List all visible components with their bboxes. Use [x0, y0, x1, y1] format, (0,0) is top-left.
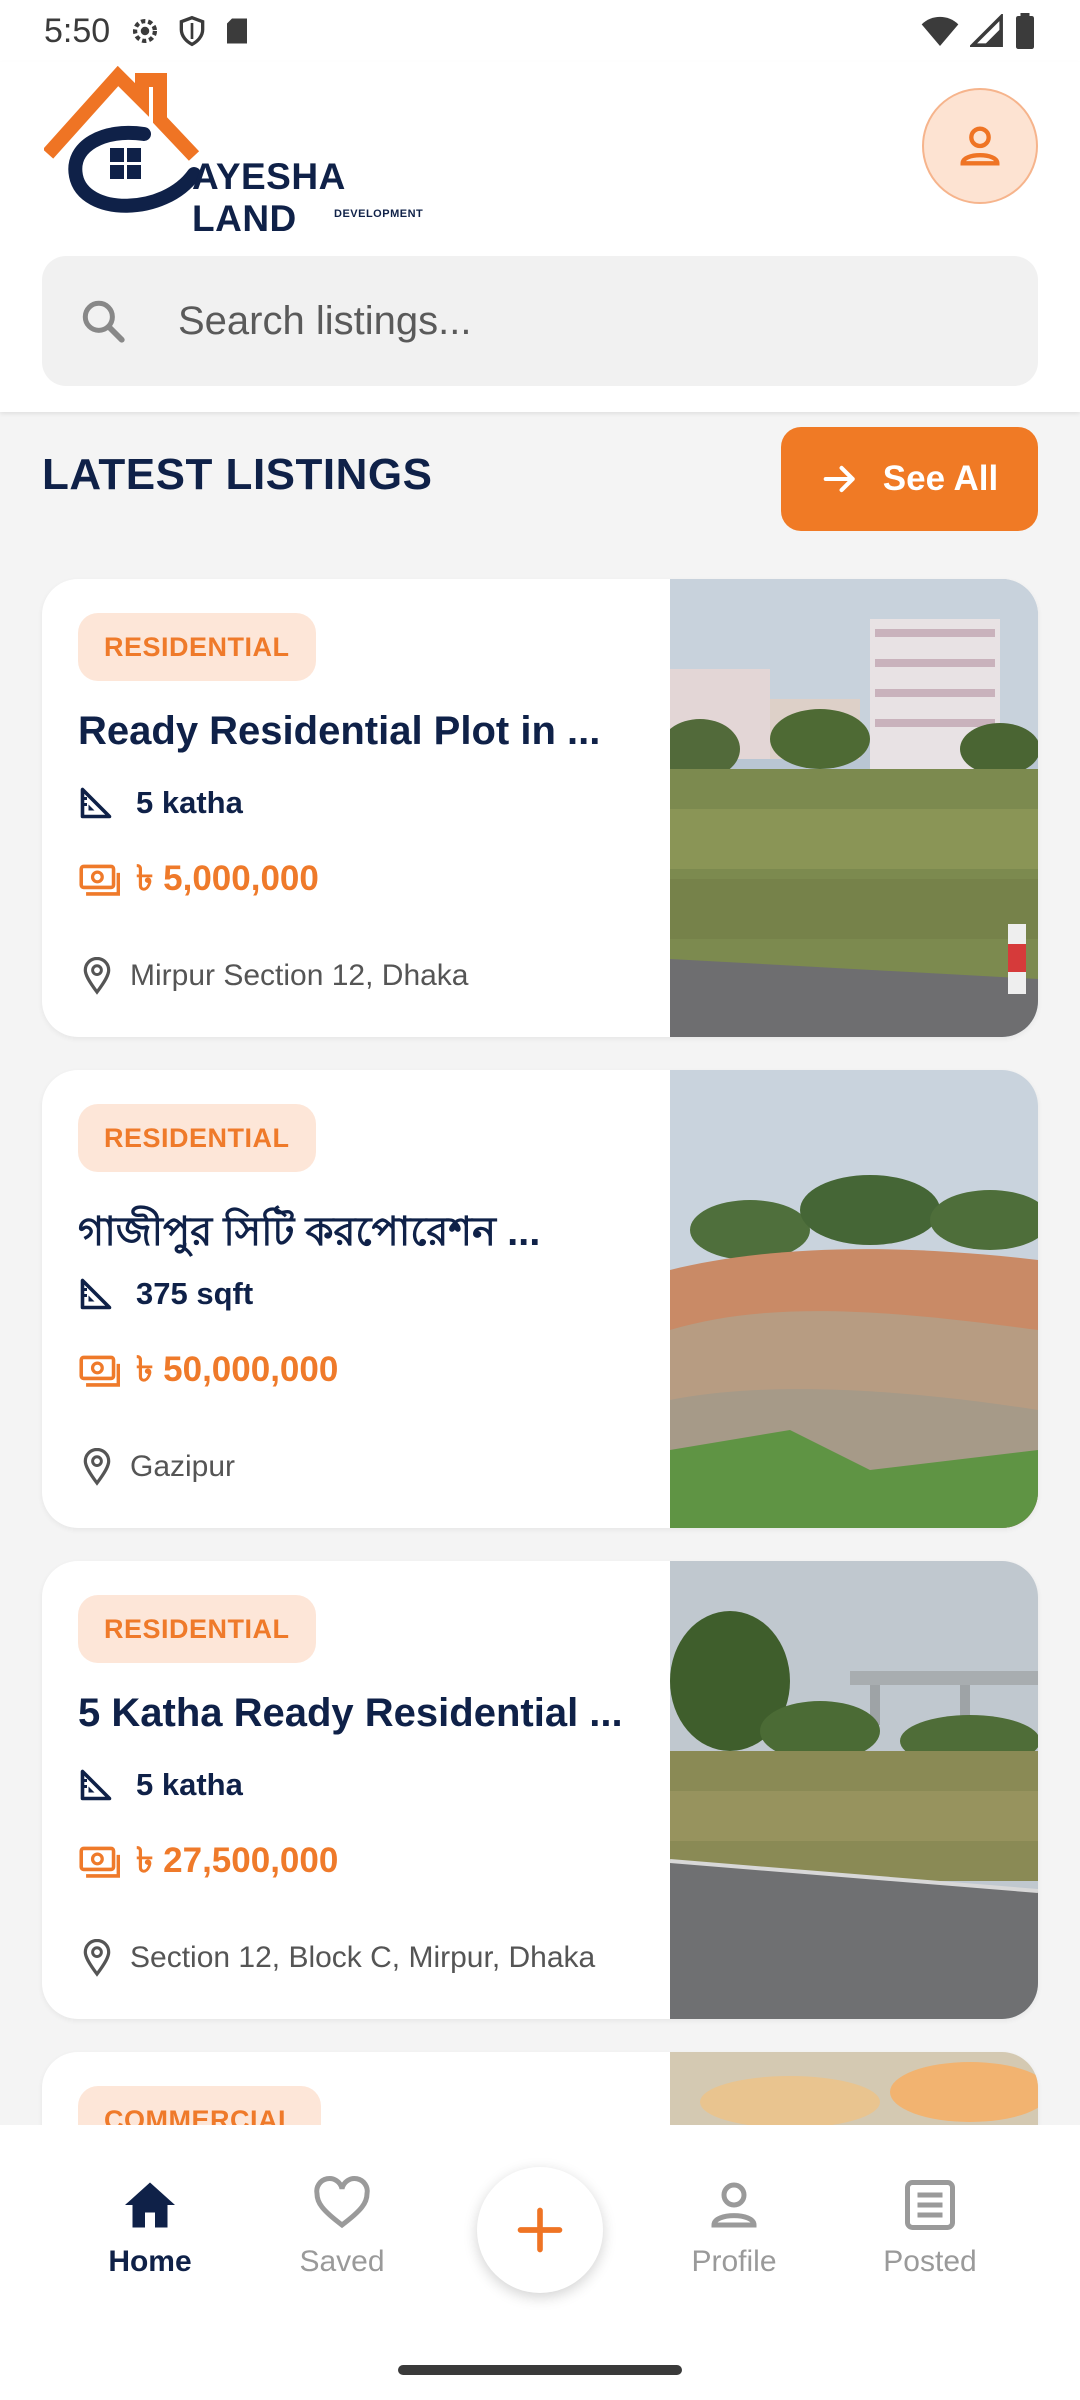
home-icon: [125, 2182, 175, 2228]
price-row: ৳ 27,500,000: [78, 1833, 338, 1892]
category-badge: RESIDENTIAL: [78, 1595, 316, 1663]
sd-card-icon: [227, 18, 248, 44]
location-pin-icon: [83, 1939, 111, 1977]
listing-card[interactable]: RESIDENTIAL গাজীপুর সিটি করপোরেশন ... 37…: [42, 1070, 1038, 1528]
location-pin-icon: [83, 1448, 111, 1486]
settings-icon: [133, 18, 158, 44]
location-pin-icon: [83, 957, 111, 995]
location-row: Gazipur: [82, 1448, 235, 1486]
money-icon: [79, 864, 120, 896]
area-row: 375 sqft: [78, 1276, 253, 1312]
listing-area: 375 sqft: [136, 1276, 254, 1311]
status-left-icons: [128, 14, 252, 48]
add-listing-button[interactable]: [477, 2167, 603, 2293]
battery-icon: [1016, 13, 1034, 49]
wifi-icon: [921, 16, 959, 46]
arrow-right-icon: [823, 465, 855, 493]
ruler-icon: [80, 787, 112, 819]
status-right-icons: [920, 13, 1036, 49]
nav-profile[interactable]: Profile: [654, 2175, 814, 2279]
plus-icon: [517, 2207, 563, 2253]
listing-location: Mirpur Section 12, Dhaka: [130, 959, 469, 992]
profile-avatar-button[interactable]: [922, 88, 1038, 204]
logo-title: AYESHA LAND: [192, 156, 345, 239]
section-title: LATEST LISTINGS: [42, 450, 433, 499]
nav-home[interactable]: Home: [70, 2175, 230, 2279]
heart-icon: [314, 2176, 370, 2229]
listing-photo: [670, 1561, 1038, 2019]
nav-profile-label: Profile: [691, 2245, 777, 2278]
listing-location: Section 12, Block C, Mirpur, Dhaka: [130, 1941, 596, 1974]
listing-title: 5 Katha Ready Residential ...: [78, 1691, 623, 1735]
search-box[interactable]: [42, 256, 1038, 386]
ruler-icon: [80, 1769, 112, 1801]
price-row: ৳ 5,000,000: [78, 851, 319, 910]
money-icon: [79, 1846, 120, 1878]
money-icon: [79, 1355, 120, 1387]
listing-title: গাজীপুর সিটি করপোরেশন ...: [78, 1210, 541, 1254]
signal-icon: [970, 14, 1003, 47]
nav-home-label: Home: [108, 2245, 192, 2278]
bottom-navigation: Home Saved Profile Posted: [0, 2125, 1080, 2400]
see-all-button[interactable]: See All: [781, 427, 1038, 531]
search-input[interactable]: [178, 286, 998, 356]
app-header: AYESHA LAND DEVELOPMENT: [0, 62, 1080, 412]
home-indicator[interactable]: [398, 2365, 682, 2375]
status-time: 5:50: [44, 11, 111, 50]
nav-posted[interactable]: Posted: [850, 2175, 1010, 2279]
listing-area: 5 katha: [136, 785, 243, 820]
nav-saved[interactable]: Saved: [262, 2175, 422, 2279]
company-logo[interactable]: AYESHA LAND DEVELOPMENT: [44, 66, 423, 239]
listing-card[interactable]: RESIDENTIAL 5 Katha Ready Residential ..…: [42, 1561, 1038, 2019]
ruler-icon: [80, 1278, 112, 1310]
listing-title: Ready Residential Plot in ...: [78, 709, 601, 753]
list-document-icon: [905, 2180, 955, 2230]
listing-price: ৳ 50,000,000: [136, 1350, 339, 1389]
listing-photo: [670, 579, 1038, 1037]
listing-price: ৳ 5,000,000: [136, 859, 319, 898]
location-row: Mirpur Section 12, Dhaka: [82, 957, 469, 995]
see-all-label: See All: [882, 459, 999, 498]
nav-posted-label: Posted: [883, 2245, 977, 2278]
category-badge: RESIDENTIAL: [78, 613, 316, 681]
status-bar: 5:50: [0, 0, 1080, 62]
search-icon: [82, 300, 125, 343]
location-row: Section 12, Block C, Mirpur, Dhaka: [82, 1939, 595, 1977]
listing-area: 5 katha: [136, 1767, 243, 1802]
listing-price: ৳ 27,500,000: [136, 1841, 339, 1880]
logo-subtitle: DEVELOPMENT: [334, 208, 424, 220]
category-badge: RESIDENTIAL: [78, 1104, 316, 1172]
price-row: ৳ 50,000,000: [78, 1342, 338, 1401]
shield-icon: [179, 15, 205, 47]
listing-card[interactable]: RESIDENTIAL Ready Residential Plot in ..…: [42, 579, 1038, 1037]
person-icon: [711, 2182, 757, 2228]
nav-saved-label: Saved: [299, 2245, 385, 2278]
area-row: 5 katha: [78, 785, 243, 821]
listing-location: Gazipur: [130, 1450, 236, 1483]
person-icon: [960, 126, 1000, 166]
listing-photo: [670, 1070, 1038, 1528]
area-row: 5 katha: [78, 1767, 243, 1803]
